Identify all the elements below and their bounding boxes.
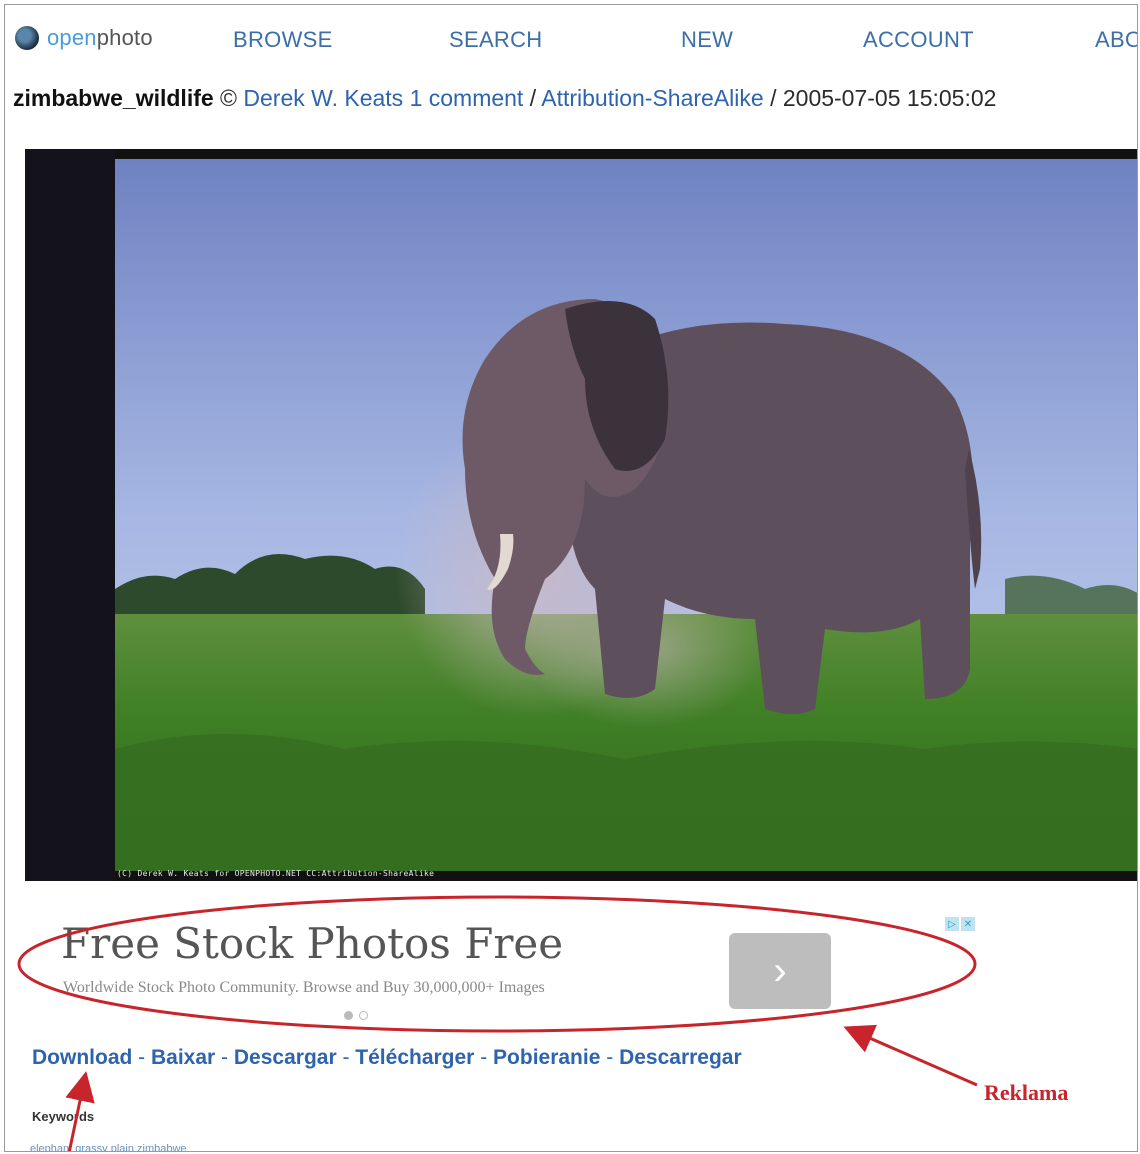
separator: /	[529, 85, 537, 111]
adchoices-badge[interactable]: ▷ ✕	[945, 917, 975, 931]
carousel-dot[interactable]	[359, 1011, 368, 1020]
download-link-descarregar[interactable]: Descarregar	[619, 1046, 742, 1069]
chevron-right-icon: ›	[773, 948, 787, 993]
elephant-photo-image	[25, 149, 1137, 881]
openphoto-logo-icon	[15, 26, 39, 50]
separator: /	[770, 85, 777, 111]
ad-subtext[interactable]: Worldwide Stock Photo Community. Browse …	[63, 979, 545, 997]
nav-account[interactable]: ACCOUNT	[863, 27, 974, 53]
photo-date: 2005-07-05 15:05:02	[782, 85, 997, 111]
download-links: Download - Baixar - Descargar - Téléchar…	[32, 1046, 742, 1070]
ad-close-icon[interactable]: ✕	[961, 917, 975, 931]
link-separator: -	[600, 1046, 620, 1069]
download-link[interactable]: Download	[32, 1046, 132, 1069]
download-link-descargar[interactable]: Descargar	[234, 1046, 337, 1069]
link-separator: -	[132, 1046, 151, 1069]
photo-credit-overlay: (C) Derek W. Keats for OPENPHOTO.NET CC:…	[117, 869, 435, 878]
nav-about[interactable]: ABO	[1095, 27, 1137, 53]
nav-search[interactable]: SEARCH	[449, 27, 543, 53]
download-link-pobieranie[interactable]: Pobieranie	[493, 1046, 600, 1069]
logo-text: openphoto	[47, 25, 153, 51]
carousel-dot-active[interactable]	[344, 1011, 353, 1020]
openphoto-logo[interactable]: openphoto	[15, 25, 153, 51]
browser-page: openphoto BROWSE SEARCH NEW ACCOUNT ABO …	[4, 4, 1138, 1152]
download-link-baixar[interactable]: Baixar	[151, 1046, 215, 1069]
download-link-telecharger[interactable]: Télécharger	[355, 1046, 474, 1069]
ad-next-button[interactable]: ›	[729, 933, 831, 1009]
nav-browse[interactable]: BROWSE	[233, 27, 333, 53]
elephant-photo[interactable]: (C) Derek W. Keats for OPENPHOTO.NET CC:…	[25, 149, 1137, 881]
link-separator: -	[336, 1046, 356, 1069]
logo-text-open: open	[47, 25, 97, 50]
nav-new[interactable]: NEW	[681, 27, 733, 53]
annotation-label: Reklama	[984, 1080, 1069, 1105]
author-link[interactable]: Derek W. Keats	[243, 85, 403, 111]
comments-link[interactable]: 1 comment	[410, 85, 524, 111]
photo-title-line: zimbabwe_wildlife © Derek W. Keats 1 com…	[13, 85, 996, 112]
annotation-arrow	[843, 1024, 978, 1087]
ad-carousel-dots	[344, 1011, 368, 1020]
ad-headline[interactable]: Free Stock Photos Free	[61, 919, 563, 968]
adchoices-icon[interactable]: ▷	[945, 917, 959, 931]
copyright-symbol: ©	[220, 85, 237, 111]
link-separator: -	[215, 1046, 234, 1069]
license-link[interactable]: Attribution-ShareAlike	[541, 85, 763, 111]
keywords-list[interactable]: elephant grassy plain zimbabwe	[30, 1143, 187, 1151]
keywords-heading: Keywords	[32, 1109, 95, 1124]
link-separator: -	[474, 1046, 494, 1069]
photo-title: zimbabwe_wildlife	[13, 85, 214, 111]
top-navigation: openphoto BROWSE SEARCH NEW ACCOUNT ABO	[5, 5, 1137, 75]
logo-text-photo: photo	[96, 25, 153, 50]
